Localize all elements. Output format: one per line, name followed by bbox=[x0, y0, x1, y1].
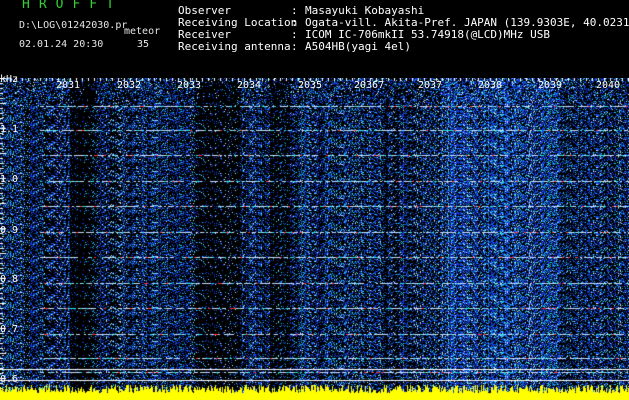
x-tick-label: 2040 bbox=[596, 80, 621, 91]
x-tick-label: 2037 bbox=[418, 80, 443, 91]
x-tick-label: 2031 bbox=[56, 80, 81, 91]
antenna-key: Receiving antenna bbox=[178, 40, 291, 53]
meteor-count: 35 bbox=[137, 39, 150, 50]
x-tick-label: 20367 bbox=[354, 80, 385, 91]
x-tick-label: 2035 bbox=[298, 80, 323, 91]
y-tick-label: 0.9 bbox=[0, 225, 19, 236]
log-file-path: D:\LOG\01242030.pr bbox=[19, 20, 128, 31]
meteor-label: meteor bbox=[124, 26, 161, 37]
x-tick-label: 2038 bbox=[478, 80, 503, 91]
datetime-label: 02.01.24 20:30 bbox=[19, 39, 104, 50]
x-tick-label: 2033 bbox=[177, 80, 202, 91]
y-tick-label: 0.6 bbox=[0, 374, 19, 385]
colon: : bbox=[291, 40, 298, 53]
x-tick-label: 2039 bbox=[538, 80, 563, 91]
freq-unit-label: kHz bbox=[0, 74, 19, 85]
y-tick-label: 1.0 bbox=[0, 174, 19, 185]
spectrogram-canvas bbox=[0, 78, 629, 400]
x-tick-label: 2032 bbox=[117, 80, 142, 91]
app-title: HROFFT bbox=[22, 0, 123, 12]
hrofft-window: HROFFT D:\LOG\01242030.pr meteor 02.01.2… bbox=[0, 0, 629, 400]
x-tick-label: 2034 bbox=[237, 80, 262, 91]
y-tick-label: 1.1 bbox=[0, 124, 19, 135]
antenna-value: A504HB(yagi 4el) bbox=[305, 40, 411, 53]
y-tick-label: 0.7 bbox=[0, 324, 19, 335]
y-tick-label: 0.8 bbox=[0, 274, 19, 285]
